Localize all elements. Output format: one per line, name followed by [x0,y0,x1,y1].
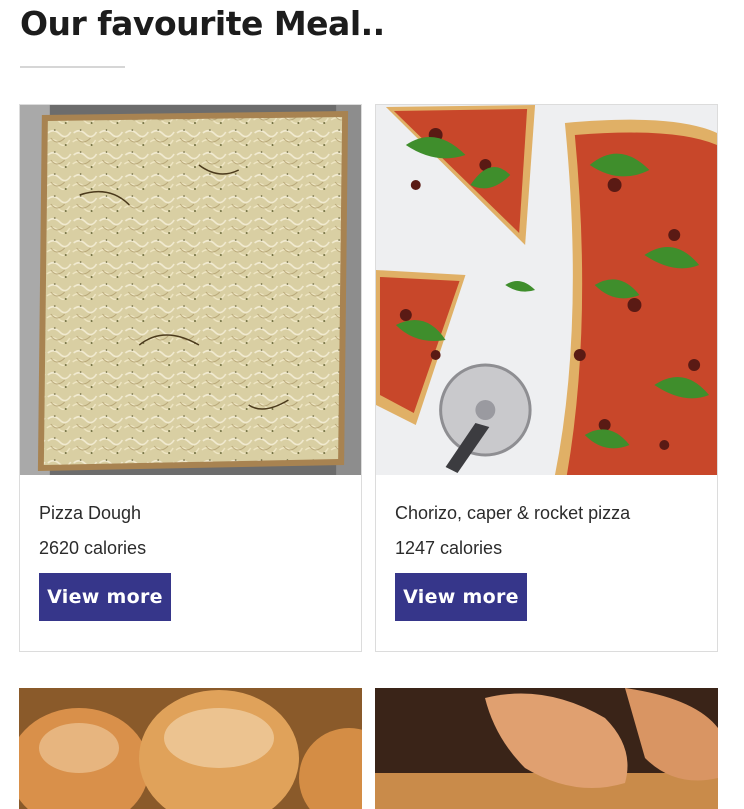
pastry-hands-photo [375,688,718,809]
meal-image-pizza-dough[interactable] [20,105,361,475]
pizza-photo [376,105,717,475]
page: Our favourite Meal.. Pizza Dough 2620 ca… [0,0,744,809]
view-more-button[interactable]: View more [39,573,171,621]
doughnuts-photo [19,688,362,809]
meal-image-pastry[interactable] [375,688,718,809]
title-divider [20,66,125,68]
meal-card-chorizo-pizza: Chorizo, caper & rocket pizza 1247 calor… [375,104,718,652]
section-title: Our favourite Meal.. [20,4,385,43]
meal-image-chorizo-pizza[interactable] [376,105,717,475]
meal-calories: 1247 calories [395,538,503,558]
focaccia-photo [20,105,361,475]
meal-image-doughnuts[interactable] [19,688,362,809]
meal-card-pizza-dough: Pizza Dough 2620 calories View more [19,104,362,652]
meal-calories: 2620 calories [39,538,147,558]
view-more-button[interactable]: View more [395,573,527,621]
meal-title: Pizza Dough [39,503,142,523]
meal-title: Chorizo, caper & rocket pizza [395,503,631,523]
